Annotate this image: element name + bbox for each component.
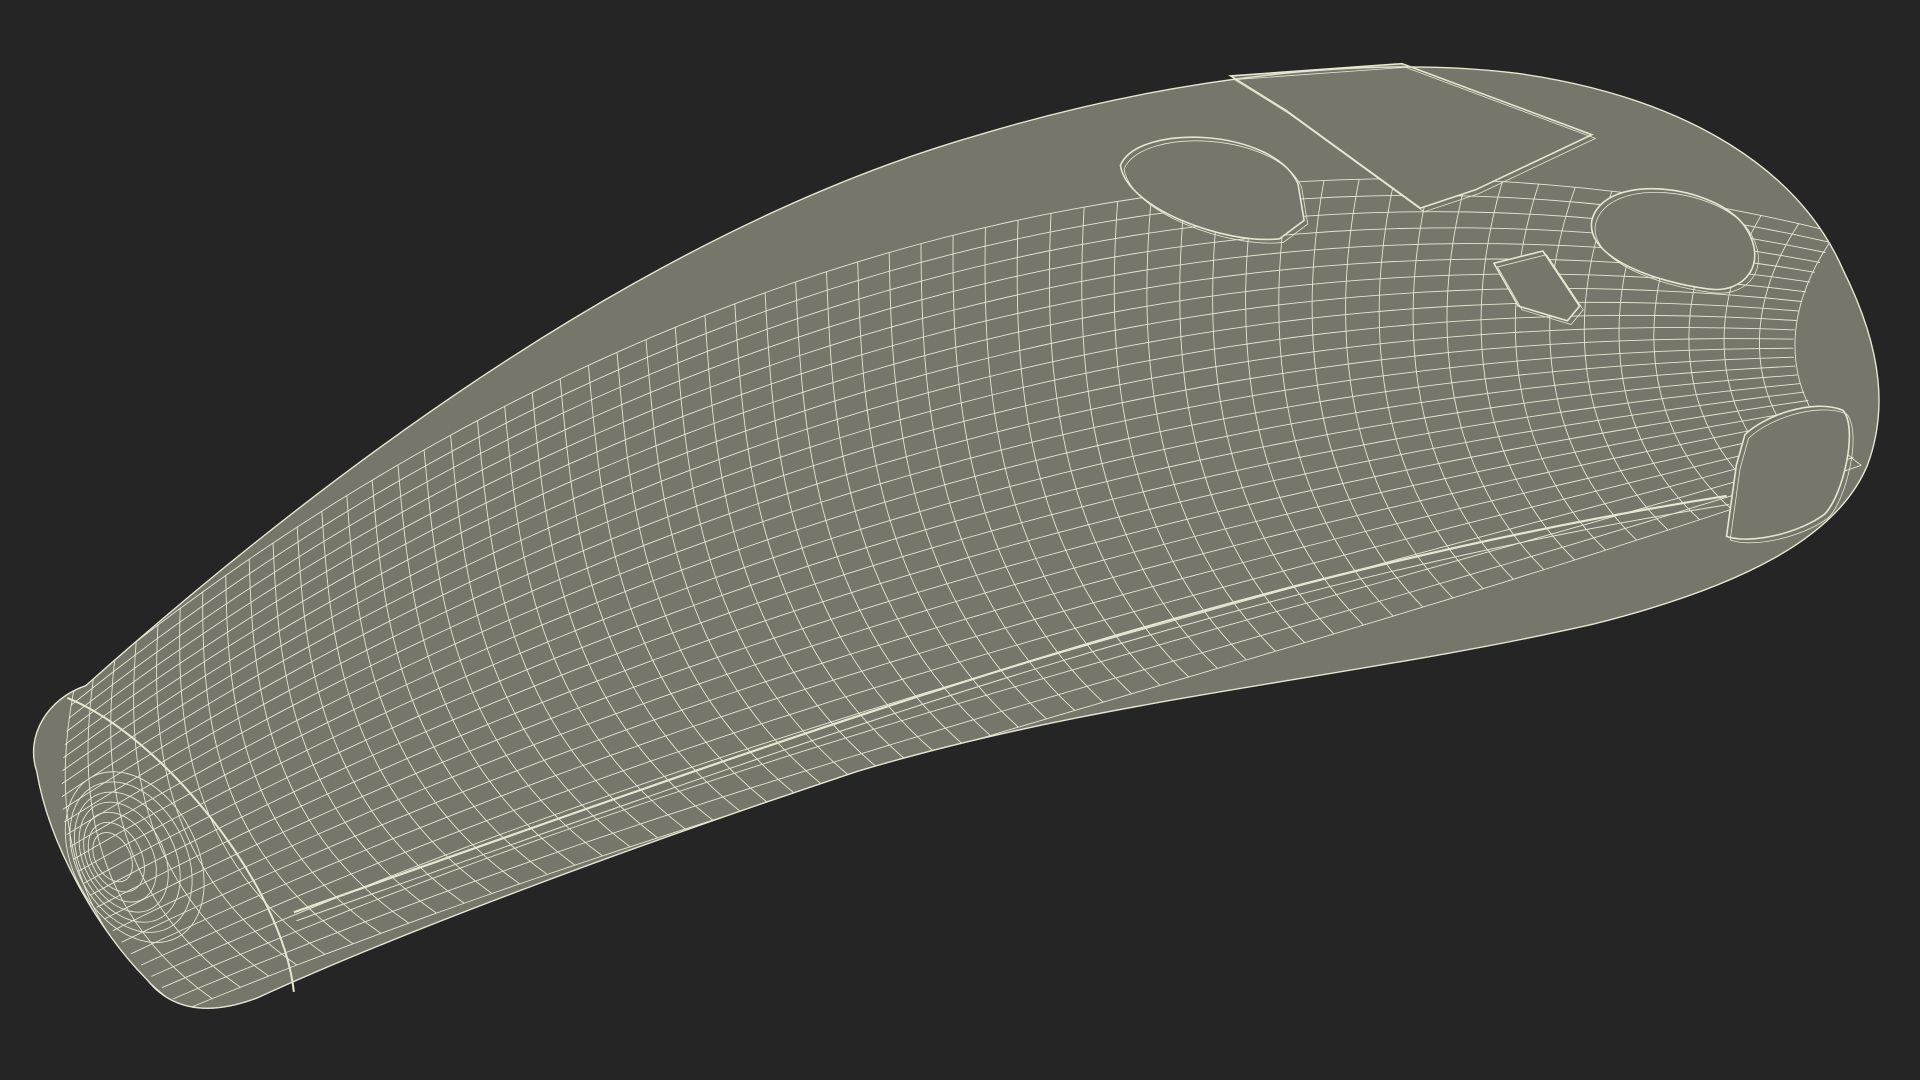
remote-control-model: [32, 62, 1880, 1009]
render-viewport: [0, 0, 1920, 1080]
wireframe-scene: [32, 62, 1880, 1009]
